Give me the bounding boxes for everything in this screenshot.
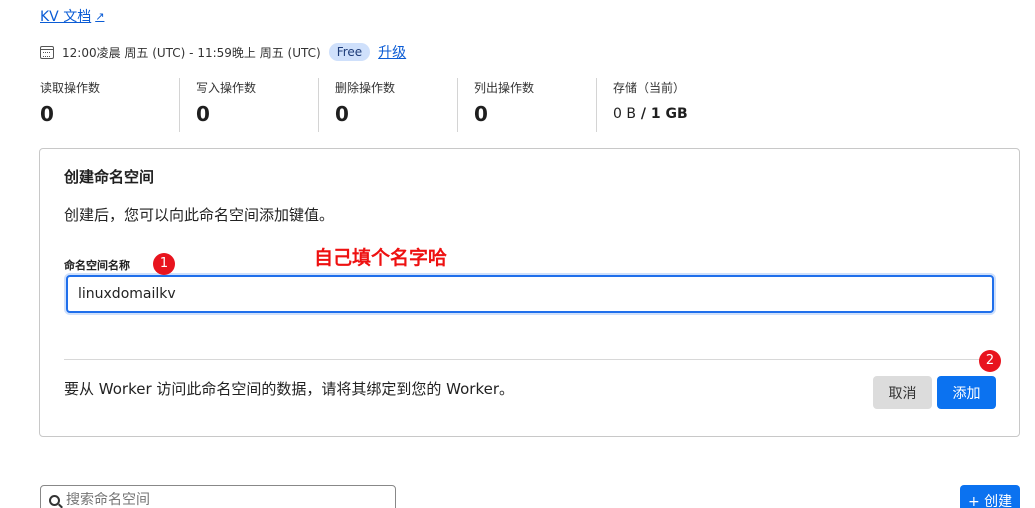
stat-label: 写入操作数	[196, 81, 257, 95]
stat-label: 列出操作数	[474, 81, 535, 95]
annotation-note: 自己填个名字哈	[314, 247, 448, 269]
storage-used: 0 B	[613, 106, 636, 122]
worker-binding-note: 要从 Worker 访问此命名空间的数据，请将其绑定到您的 Worker。	[64, 380, 514, 398]
create-namespace-button[interactable]: + 创建	[960, 485, 1020, 508]
upgrade-link[interactable]: 升级	[378, 42, 406, 62]
stat-label: 删除操作数	[335, 81, 396, 95]
search-icon	[49, 495, 60, 506]
stat-value: 0	[196, 102, 210, 126]
stat-value: 0	[40, 102, 54, 126]
namespace-search-input[interactable]	[66, 492, 366, 508]
namespace-name-label: 命名空间名称	[64, 259, 130, 272]
plan-badge: Free	[328, 43, 371, 61]
stat-reads: 读取操作数 0	[40, 78, 179, 132]
cancel-button[interactable]: 取消	[873, 376, 932, 409]
namespace-search	[40, 485, 396, 508]
stat-label: 读取操作数	[40, 81, 101, 95]
card-description: 创建后，您可以向此命名空间添加键值。	[64, 206, 335, 224]
card-title: 创建命名空间	[64, 168, 155, 186]
external-link-icon: ↗	[95, 9, 105, 23]
stat-lists: 列出操作数 0	[457, 78, 596, 132]
storage-separator: /	[635, 106, 651, 122]
stat-deletes: 删除操作数 0	[318, 78, 457, 132]
stat-label: 存储（当前）	[613, 81, 686, 95]
namespace-name-input[interactable]	[66, 275, 994, 313]
stat-storage: 存储（当前） 0 B / 1 GB	[596, 78, 735, 132]
create-namespace-card: 创建命名空间 创建后，您可以向此命名空间添加键值。 命名空间名称 要从 Work…	[39, 148, 1020, 437]
annotation-marker-1: 1	[153, 253, 175, 275]
stat-value: 0	[474, 102, 488, 126]
stat-value: 0 B / 1 GB	[613, 106, 735, 122]
calendar-icon	[40, 45, 54, 59]
stat-value: 0	[335, 102, 349, 126]
divider	[64, 359, 996, 360]
storage-total: 1 GB	[650, 106, 688, 122]
annotation-marker-2: 2	[979, 350, 1001, 372]
kv-docs-link[interactable]: KV 文档 ↗	[40, 6, 104, 26]
kv-docs-link-label: KV 文档	[40, 9, 92, 25]
stat-writes: 写入操作数 0	[179, 78, 318, 132]
billing-period-row: 12:00凌晨 周五 (UTC) - 11:59晚上 周五 (UTC) Free…	[40, 42, 406, 62]
add-button[interactable]: 添加	[937, 376, 996, 409]
usage-stats: 读取操作数 0 写入操作数 0 删除操作数 0 列出操作数 0 存储（当前） 0…	[40, 78, 735, 132]
billing-period-text: 12:00凌晨 周五 (UTC) - 11:59晚上 周五 (UTC)	[62, 45, 321, 60]
